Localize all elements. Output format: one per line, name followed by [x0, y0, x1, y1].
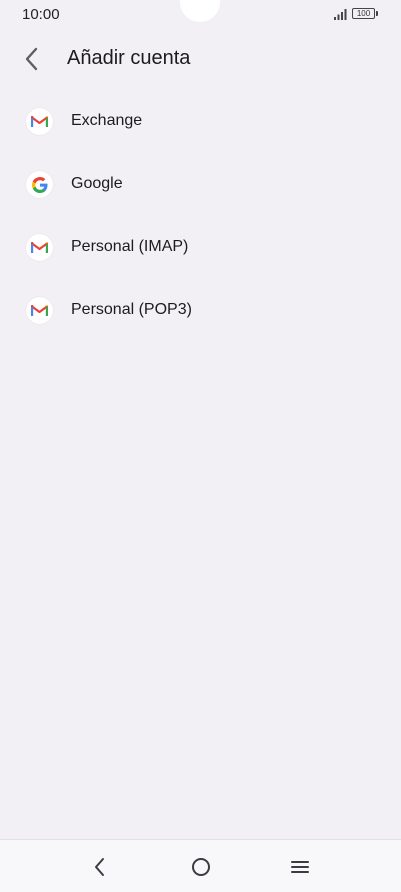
status-bar: 10:00 100 — [0, 0, 401, 30]
system-nav-bar — [0, 839, 401, 892]
account-item-label: Exchange — [71, 112, 143, 129]
account-type-list: Exchange Google Personal (IMAP) Personal… — [0, 90, 401, 342]
account-item-personal-pop3[interactable]: Personal (POP3) — [0, 279, 401, 342]
nav-recents-button[interactable] — [285, 852, 315, 882]
nav-back-button[interactable] — [85, 852, 115, 882]
battery-tip — [376, 11, 378, 16]
gmail-icon — [26, 108, 53, 135]
account-item-personal-imap[interactable]: Personal (IMAP) — [0, 216, 401, 279]
google-icon — [26, 171, 53, 198]
account-item-exchange[interactable]: Exchange — [0, 90, 401, 153]
status-time: 10:00 — [22, 6, 60, 23]
screen: 10:00 100 Añadir cuenta Exchange Google … — [0, 0, 401, 892]
account-item-label: Google — [71, 175, 123, 192]
chevron-left-icon — [25, 47, 38, 71]
page-title: Añadir cuenta — [67, 47, 191, 69]
nav-home-button[interactable] — [186, 852, 216, 882]
recents-icon — [291, 861, 309, 873]
battery-icon: 100 — [352, 8, 375, 19]
home-icon — [192, 858, 210, 876]
battery-level: 100 — [356, 9, 371, 18]
account-item-google[interactable]: Google — [0, 153, 401, 216]
account-item-label: Personal (POP3) — [71, 301, 192, 318]
back-button[interactable] — [14, 42, 50, 76]
back-icon — [95, 858, 104, 876]
signal-icon — [334, 9, 347, 20]
camera-notch — [180, 0, 220, 22]
gmail-icon — [26, 234, 53, 261]
app-header: Añadir cuenta — [0, 36, 401, 82]
gmail-icon — [26, 297, 53, 324]
account-item-label: Personal (IMAP) — [71, 238, 189, 255]
